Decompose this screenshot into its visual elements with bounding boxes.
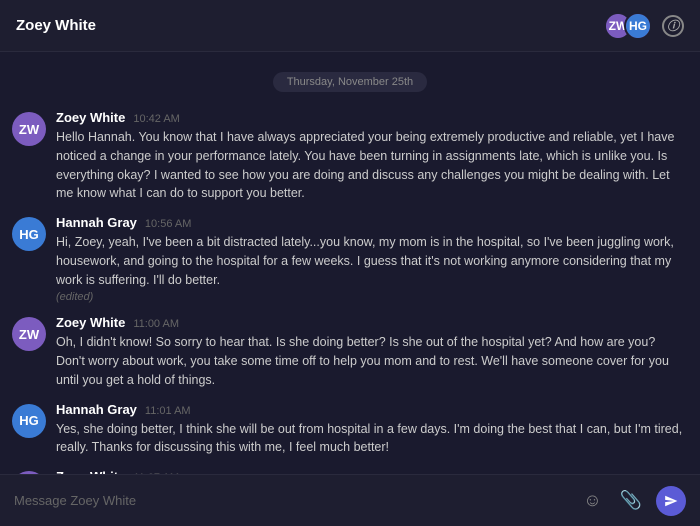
msg-content: Hannah Gray 10:56 AM Hi, Zoey, yeah, I'v… xyxy=(56,215,686,303)
message-row: ZW Zoey White 10:42 AM Hello Hannah. You… xyxy=(0,104,700,209)
msg-header: Zoey White 11:00 AM xyxy=(56,315,686,330)
messages-list: ZW Zoey White 10:42 AM Hello Hannah. You… xyxy=(0,104,700,474)
msg-avatar: HG xyxy=(12,404,46,438)
msg-text: Oh, I didn't know! So sorry to hear that… xyxy=(56,333,686,389)
msg-time: 11:00 AM xyxy=(133,318,179,330)
msg-avatar: HG xyxy=(12,217,46,251)
date-divider: Thursday, November 25th xyxy=(16,72,684,90)
message-row: HG Hannah Gray 11:01 AM Yes, she doing b… xyxy=(0,396,700,464)
messages-container: Thursday, November 25th ZW Zoey White 10… xyxy=(0,52,700,474)
info-icon[interactable]: ⓘ xyxy=(662,15,684,37)
message-input-area: ☺ 📎 xyxy=(0,474,700,526)
header-actions: ZW HG ⓘ xyxy=(604,12,684,40)
participants-avatars: ZW HG xyxy=(604,12,652,40)
send-button[interactable] xyxy=(656,486,686,516)
msg-sender: Hannah Gray xyxy=(56,402,137,417)
message-row: ZW Zoey White 11:00 AM Oh, I didn't know… xyxy=(0,309,700,395)
send-icon xyxy=(664,494,678,508)
msg-header: Hannah Gray 11:01 AM xyxy=(56,402,686,417)
emoji-icon[interactable]: ☺ xyxy=(579,486,605,515)
chat-header: Zoey White ZW HG ⓘ xyxy=(0,0,700,52)
msg-text: Hi, Zoey, yeah, I've been a bit distract… xyxy=(56,233,686,289)
msg-text: Hello Hannah. You know that I have alway… xyxy=(56,128,686,203)
msg-content: Zoey White 11:00 AM Oh, I didn't know! S… xyxy=(56,315,686,389)
message-row: ZW Zoey White 11:07 AM Glad to hear this… xyxy=(0,463,700,474)
msg-sender: Zoey White xyxy=(56,110,125,125)
avatar-hannah-header: HG xyxy=(624,12,652,40)
msg-sender: Hannah Gray xyxy=(56,215,137,230)
msg-avatar: ZW xyxy=(12,317,46,351)
message-input[interactable] xyxy=(14,487,569,514)
msg-text: Yes, she doing better, I think she will … xyxy=(56,420,686,458)
msg-avatar: ZW xyxy=(12,112,46,146)
msg-time: 10:56 AM xyxy=(145,218,191,230)
msg-time: 10:42 AM xyxy=(133,113,179,125)
chat-title: Zoey White xyxy=(16,17,96,34)
attachment-icon[interactable]: 📎 xyxy=(616,486,646,515)
msg-sender: Zoey White xyxy=(56,315,125,330)
msg-edited: (edited) xyxy=(56,291,686,303)
message-row: HG Hannah Gray 10:56 AM Hi, Zoey, yeah, … xyxy=(0,209,700,309)
msg-content: Zoey White 10:42 AM Hello Hannah. You kn… xyxy=(56,110,686,203)
msg-content: Hannah Gray 11:01 AM Yes, she doing bett… xyxy=(56,402,686,458)
msg-header: Hannah Gray 10:56 AM xyxy=(56,215,686,230)
msg-time: 11:01 AM xyxy=(145,405,191,417)
msg-header: Zoey White 10:42 AM xyxy=(56,110,686,125)
